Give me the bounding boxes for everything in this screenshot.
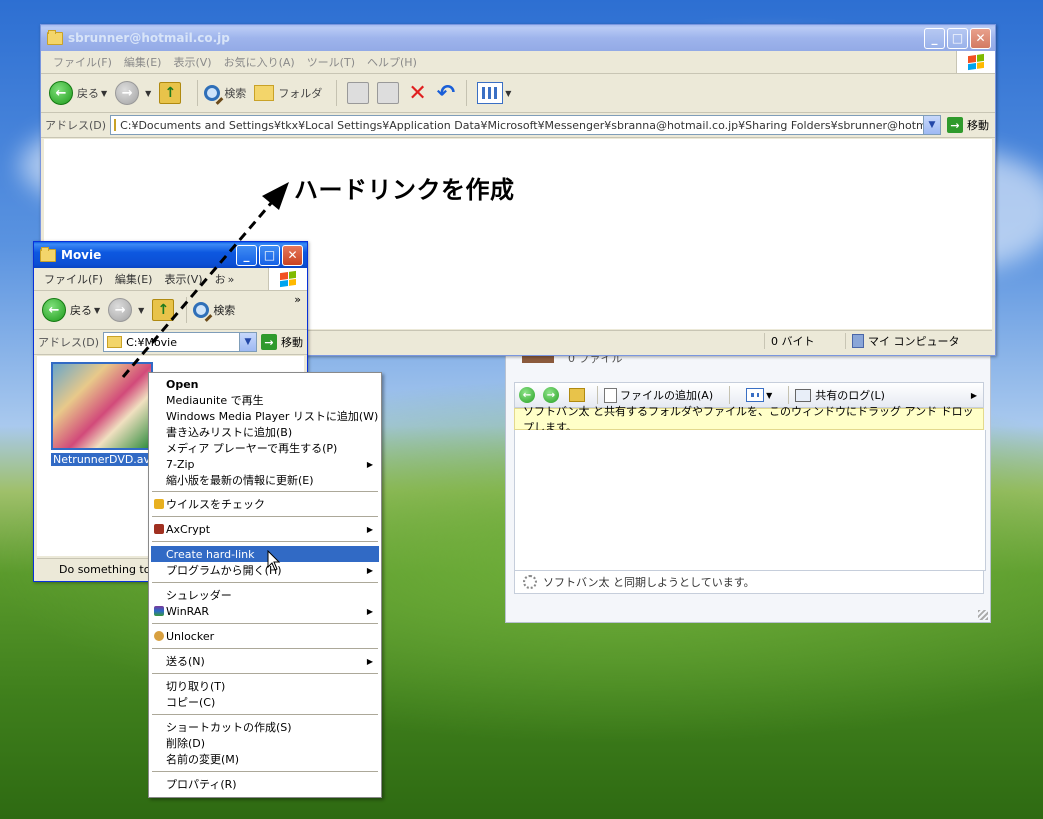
annotation-label: ハードリンクを作成 [294, 176, 515, 204]
annotation-arrow [121, 182, 289, 378]
